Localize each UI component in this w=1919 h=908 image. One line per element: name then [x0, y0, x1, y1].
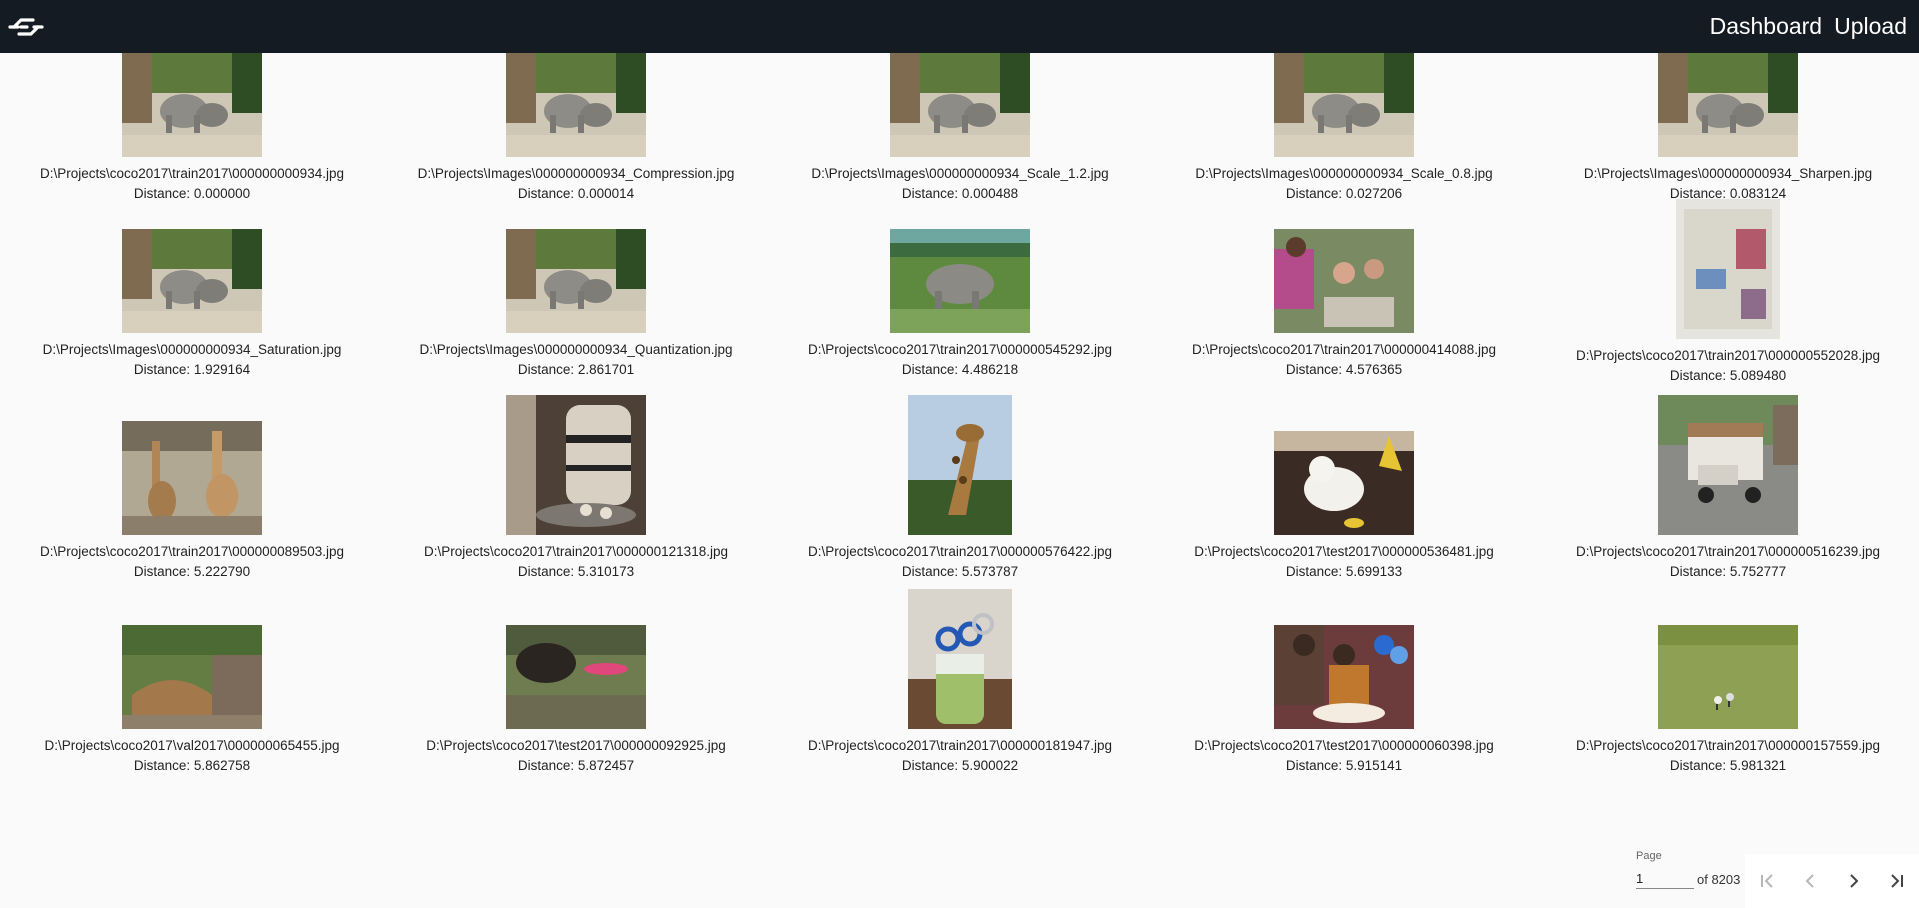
- result-card[interactable]: D:\Projects\Images\000000000934_Quantiza…: [384, 208, 768, 386]
- result-distance: Distance: 5.089480: [1669, 368, 1787, 383]
- result-card[interactable]: D:\Projects\coco2017\train2017\000000157…: [1536, 588, 1919, 782]
- chevron-left-icon: [1805, 874, 1814, 888]
- result-thumbnail[interactable]: [908, 395, 1012, 540]
- pager-buttons: [1745, 854, 1919, 908]
- result-card[interactable]: D:\Projects\coco2017\train2017\000000576…: [768, 386, 1152, 588]
- result-path: D:\Projects\coco2017\test2017\0000005364…: [1194, 544, 1494, 559]
- result-distance: Distance: 5.900022: [901, 758, 1019, 773]
- result-thumbnail[interactable]: [1274, 625, 1414, 734]
- result-path: D:\Projects\Images\000000000934_Quantiza…: [419, 342, 733, 357]
- result-card[interactable]: D:\Projects\Images\000000000934_Saturati…: [0, 208, 384, 386]
- result-distance: Distance: 5.222790: [133, 564, 251, 579]
- previous-page-button[interactable]: [1792, 863, 1828, 899]
- result-thumbnail[interactable]: [122, 53, 262, 162]
- result-thumbnail[interactable]: [506, 53, 646, 162]
- nav-dashboard-link[interactable]: Dashboard: [1704, 13, 1829, 40]
- result-distance: Distance: 5.872457: [517, 758, 635, 773]
- next-page-button[interactable]: [1836, 863, 1872, 899]
- result-distance: Distance: 0.000000: [133, 186, 251, 201]
- result-thumbnail[interactable]: [122, 229, 262, 338]
- result-distance: Distance: 0.027206: [1285, 186, 1403, 201]
- result-thumbnail[interactable]: [506, 229, 646, 338]
- result-path: D:\Projects\coco2017\train2017\000000576…: [808, 544, 1112, 559]
- result-card[interactable]: D:\Projects\coco2017\train2017\000000414…: [1152, 208, 1536, 386]
- result-distance: Distance: 5.310173: [517, 564, 635, 579]
- result-card[interactable]: D:\Projects\coco2017\train2017\000000545…: [768, 208, 1152, 386]
- result-card[interactable]: D:\Projects\coco2017\train2017\000000121…: [384, 386, 768, 588]
- result-distance: Distance: 5.862758: [133, 758, 251, 773]
- result-card[interactable]: D:\Projects\coco2017\train2017\000000516…: [1536, 386, 1919, 588]
- result-thumbnail[interactable]: [1274, 431, 1414, 540]
- result-thumbnail[interactable]: [1676, 199, 1780, 344]
- result-distance: Distance: 5.752777: [1669, 564, 1787, 579]
- result-card[interactable]: D:\Projects\Images\000000000934_Compress…: [384, 53, 768, 208]
- result-distance: Distance: 4.576365: [1285, 362, 1403, 377]
- result-path: D:\Projects\Images\000000000934_Sharpen.…: [1583, 166, 1873, 181]
- result-thumbnail[interactable]: [908, 589, 1012, 734]
- result-path: D:\Projects\coco2017\train2017\000000414…: [1192, 342, 1496, 357]
- result-thumbnail[interactable]: [1658, 625, 1798, 734]
- result-card[interactable]: D:\Projects\coco2017\test2017\0000005364…: [1152, 386, 1536, 588]
- result-thumbnail[interactable]: [1274, 53, 1414, 162]
- result-distance: Distance: 5.699133: [1285, 564, 1403, 579]
- last-page-icon: [1891, 874, 1904, 888]
- result-path: D:\Projects\coco2017\train2017\000000181…: [808, 738, 1112, 753]
- result-path: D:\Projects\coco2017\train2017\000000121…: [424, 544, 728, 559]
- result-card[interactable]: D:\Projects\coco2017\train2017\000000089…: [0, 386, 384, 588]
- first-page-icon: [1760, 874, 1773, 888]
- result-path: D:\Projects\Images\000000000934_Compress…: [417, 166, 735, 181]
- result-distance: Distance: 2.861701: [517, 362, 635, 377]
- pagination: Page of 8203: [1636, 850, 1919, 908]
- result-distance: Distance: 0.000488: [901, 186, 1019, 201]
- result-thumbnail[interactable]: [122, 625, 262, 734]
- result-thumbnail[interactable]: [506, 625, 646, 734]
- results-grid: D:\Projects\coco2017\train2017\000000000…: [0, 53, 1919, 782]
- result-card[interactable]: D:\Projects\coco2017\test2017\0000000603…: [1152, 588, 1536, 782]
- result-card[interactable]: D:\Projects\coco2017\train2017\000000552…: [1536, 199, 1919, 386]
- result-thumbnail[interactable]: [1658, 395, 1798, 540]
- result-distance: Distance: 5.573787: [901, 564, 1019, 579]
- result-path: D:\Projects\coco2017\test2017\0000000929…: [426, 738, 726, 753]
- result-path: D:\Projects\coco2017\train2017\000000516…: [1576, 544, 1880, 559]
- result-card[interactable]: D:\Projects\coco2017\val2017\00000006545…: [0, 588, 384, 782]
- result-path: D:\Projects\coco2017\train2017\000000000…: [40, 166, 344, 181]
- page-label: Page: [1636, 850, 1662, 862]
- first-page-button[interactable]: [1749, 863, 1785, 899]
- result-path: D:\Projects\coco2017\val2017\00000006545…: [44, 738, 340, 753]
- result-thumbnail[interactable]: [890, 53, 1030, 162]
- app-header: Dashboard Upload: [0, 0, 1919, 53]
- nav-upload-link[interactable]: Upload: [1828, 13, 1913, 40]
- result-path: D:\Projects\coco2017\train2017\000000552…: [1576, 348, 1880, 363]
- result-path: D:\Projects\Images\000000000934_Scale_0.…: [1195, 166, 1493, 181]
- chevron-right-icon: [1850, 874, 1859, 888]
- result-card[interactable]: D:\Projects\Images\000000000934_Scale_0.…: [1152, 53, 1536, 208]
- last-page-button[interactable]: [1879, 863, 1915, 899]
- result-path: D:\Projects\Images\000000000934_Saturati…: [42, 342, 342, 357]
- connection-logo-icon[interactable]: [4, 5, 48, 49]
- result-thumbnail[interactable]: [890, 229, 1030, 338]
- top-nav: Dashboard Upload: [1704, 13, 1913, 40]
- result-thumbnail[interactable]: [506, 395, 646, 540]
- result-path: D:\Projects\coco2017\train2017\000000545…: [808, 342, 1112, 357]
- result-distance: Distance: 5.981321: [1669, 758, 1787, 773]
- result-path: D:\Projects\coco2017\train2017\000000089…: [40, 544, 344, 559]
- result-card[interactable]: D:\Projects\Images\000000000934_Sharpen.…: [1536, 53, 1919, 208]
- result-card[interactable]: D:\Projects\coco2017\test2017\0000000929…: [384, 588, 768, 782]
- result-path: D:\Projects\coco2017\test2017\0000000603…: [1194, 738, 1494, 753]
- result-distance: Distance: 1.929164: [133, 362, 251, 377]
- result-path: D:\Projects\coco2017\train2017\000000157…: [1576, 738, 1880, 753]
- result-thumbnail[interactable]: [1274, 229, 1414, 338]
- result-card[interactable]: D:\Projects\coco2017\train2017\000000000…: [0, 53, 384, 208]
- result-thumbnail[interactable]: [1658, 53, 1798, 162]
- result-distance: Distance: 5.915141: [1285, 758, 1403, 773]
- result-distance: Distance: 4.486218: [901, 362, 1019, 377]
- result-thumbnail[interactable]: [122, 421, 262, 540]
- result-card[interactable]: D:\Projects\Images\000000000934_Scale_1.…: [768, 53, 1152, 208]
- page-count: of 8203: [1697, 872, 1741, 887]
- result-distance: Distance: 0.000014: [517, 186, 635, 201]
- result-path: D:\Projects\Images\000000000934_Scale_1.…: [811, 166, 1109, 181]
- result-card[interactable]: D:\Projects\coco2017\train2017\000000181…: [768, 588, 1152, 782]
- page-input[interactable]: [1636, 868, 1694, 889]
